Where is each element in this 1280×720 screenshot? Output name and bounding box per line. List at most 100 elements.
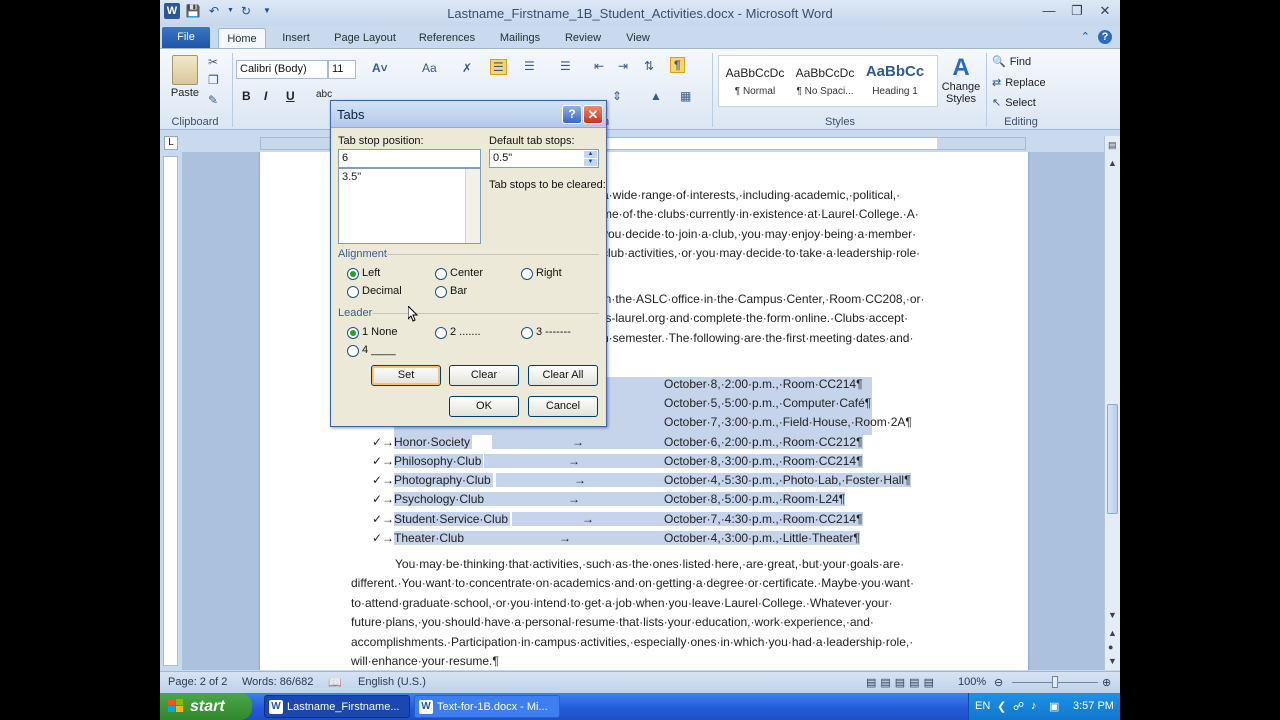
tab-selector-icon[interactable]: L [164, 136, 178, 150]
alignment-decimal-radio[interactable]: Decimal [347, 285, 402, 298]
style-heading-1[interactable]: AaBbCc Heading 1 [861, 60, 929, 104]
find-label: Find [1009, 56, 1032, 68]
restore-icon[interactable]: ❐ [1068, 2, 1086, 20]
proofing-icon[interactable]: 📖 [328, 676, 342, 689]
page-count[interactable]: Page: 2 of 2 [168, 676, 227, 688]
zoom-slider-thumb[interactable] [1052, 676, 1058, 688]
clear-button[interactable]: Clear [449, 365, 519, 386]
tab-references[interactable]: References [414, 28, 480, 48]
alignment-left-radio[interactable]: Left [347, 267, 380, 280]
tab-stop-list-item[interactable]: 3.5" [342, 171, 477, 183]
minimize-ribbon-icon[interactable]: ⌃ [1081, 30, 1090, 44]
word-count[interactable]: Words: 86/682 [242, 676, 313, 688]
font-size-box[interactable]: 11 [328, 60, 356, 79]
clock[interactable]: 3:57 PM [1073, 700, 1114, 712]
change-styles-button[interactable]: A Change Styles [940, 55, 982, 106]
tray-volume-icon[interactable]: ♪ [1031, 700, 1037, 712]
alignment-bar-radio[interactable]: Bar [435, 285, 467, 298]
select-button[interactable]: ↖ Select [992, 96, 1036, 109]
style-normal[interactable]: AaBbCcDc ¶ Normal [721, 60, 789, 104]
ribbon-home: Paste ✂ ❐ ✎ Clipboard Calibri (Body) 11 … [160, 48, 1120, 130]
view-buttons-icon[interactable]: ▤▤▤▤▤ [866, 676, 938, 689]
minimize-icon[interactable]: — [1040, 2, 1058, 20]
tray-shield-icon[interactable]: ☍ [1013, 700, 1024, 713]
shading-icon[interactable]: ▲ [650, 89, 662, 103]
ok-button[interactable]: OK [449, 396, 519, 417]
replace-button[interactable]: ⇄ Replace [992, 76, 1046, 89]
cancel-button[interactable]: Cancel [528, 396, 598, 417]
alignment-center-radio[interactable]: Center [435, 267, 483, 280]
dialog-help-button[interactable]: ? [562, 105, 582, 124]
format-painter-icon[interactable]: ✎ [208, 93, 218, 107]
vertical-scrollbar[interactable]: ▤ ▲ ▼ ▲ ● ▼ [1104, 136, 1120, 670]
numbering-icon[interactable]: ☰ [524, 59, 535, 73]
ruler-toggle-icon[interactable]: ▤ [1108, 140, 1117, 151]
taskbar-item[interactable]: W Text-for-1B.docx - Mi... [414, 695, 560, 718]
leader-dashes-radio[interactable]: 3 ------- [521, 326, 571, 339]
default-tab-stops-label: Default tab stops: [489, 135, 575, 147]
copy-icon[interactable]: ❐ [208, 73, 219, 87]
leader-underline-radio[interactable]: 4 ____ [347, 344, 396, 357]
tab-stop-list-scrollbar[interactable] [465, 169, 480, 243]
spin-down-icon[interactable]: ▼ [584, 159, 597, 166]
vertical-ruler[interactable] [163, 156, 178, 666]
leader-none-radio[interactable]: 1 None [347, 326, 397, 339]
leader-dots-radio[interactable]: 2 ....... [435, 326, 481, 339]
tab-page-layout[interactable]: Page Layout [330, 28, 400, 48]
language-bar[interactable]: EN [975, 700, 990, 712]
ruler-margin-right [937, 138, 1025, 149]
tab-view[interactable]: View [618, 28, 658, 48]
underline-icon[interactable]: U [286, 89, 295, 103]
set-button[interactable]: Set [371, 365, 441, 386]
bold-icon[interactable]: B [242, 89, 251, 103]
close-icon[interactable]: ✕ [1096, 2, 1114, 20]
spin-up-icon[interactable]: ▲ [584, 151, 597, 158]
sort-icon[interactable]: ⇅ [644, 59, 654, 73]
scroll-thumb[interactable] [1107, 404, 1118, 514]
clear-all-button[interactable]: Clear All [528, 365, 598, 386]
tab-insert[interactable]: Insert [274, 28, 318, 48]
find-button[interactable]: 🔍 Find [992, 55, 1031, 68]
zoom-out-icon[interactable]: ⊖ [994, 676, 1003, 689]
font-name-box[interactable]: Calibri (Body) [236, 60, 328, 79]
line-spacing-icon[interactable]: ⇕ [612, 89, 622, 103]
scroll-up-icon[interactable]: ▲ [1108, 158, 1117, 168]
dialog-close-button[interactable]: ✕ [583, 105, 603, 124]
taskbar-item-active[interactable]: W Lastname_Firstname... [264, 695, 410, 718]
decrease-indent-icon[interactable]: ⇤ [594, 59, 604, 73]
show-hide-icon[interactable]: ¶ [670, 57, 685, 73]
multilevel-list-icon[interactable]: ☰ [560, 59, 571, 73]
scroll-down-icon[interactable]: ▼ [1108, 610, 1117, 620]
help-icon[interactable]: ? [1098, 30, 1112, 44]
language-indicator[interactable]: English (U.S.) [358, 676, 426, 688]
bullets-icon[interactable]: ☰ [490, 59, 507, 75]
tab-home[interactable]: Home [218, 28, 266, 48]
tray-arrow-icon[interactable]: ❮ [997, 700, 1006, 713]
previous-page-icon[interactable]: ▲ [1108, 628, 1117, 638]
cut-icon[interactable]: ✂ [208, 55, 218, 69]
tab-mailings[interactable]: Mailings [494, 28, 546, 48]
alignment-right-radio[interactable]: Right [521, 267, 562, 280]
increase-indent-icon[interactable]: ⇥ [618, 59, 628, 73]
borders-icon[interactable]: ▦ [680, 89, 691, 103]
start-button[interactable]: start [160, 693, 252, 720]
browse-object-icon[interactable]: ● [1108, 642, 1113, 652]
style-no-spacing[interactable]: AaBbCcDc ¶ No Spaci... [791, 60, 859, 104]
tab-stop-position-input[interactable]: 6 [338, 149, 481, 168]
tab-stop-list[interactable]: 3.5" [338, 168, 481, 244]
zoom-in-icon[interactable]: ⊕ [1102, 676, 1111, 689]
tab-file[interactable]: File [162, 27, 210, 48]
default-tab-stops-input[interactable]: 0.5" ▲ ▼ [489, 149, 599, 168]
default-tab-stops-spinner[interactable]: ▲ ▼ [584, 151, 597, 166]
change-case-icon[interactable]: Aa [422, 61, 437, 75]
zoom-level[interactable]: 100% [958, 676, 986, 688]
tab-review[interactable]: Review [560, 28, 606, 48]
clear-formatting-icon[interactable]: ✗ [462, 61, 472, 75]
italic-icon[interactable]: I [264, 89, 267, 103]
strikethrough-icon[interactable]: abc [316, 89, 332, 100]
paste-icon[interactable] [172, 55, 198, 85]
grow-font-icon[interactable]: A˅ [372, 61, 388, 75]
next-page-icon[interactable]: ▼ [1108, 656, 1117, 666]
tray-network-icon[interactable]: ▣ [1049, 700, 1059, 713]
paste-button[interactable]: Paste [168, 87, 202, 99]
